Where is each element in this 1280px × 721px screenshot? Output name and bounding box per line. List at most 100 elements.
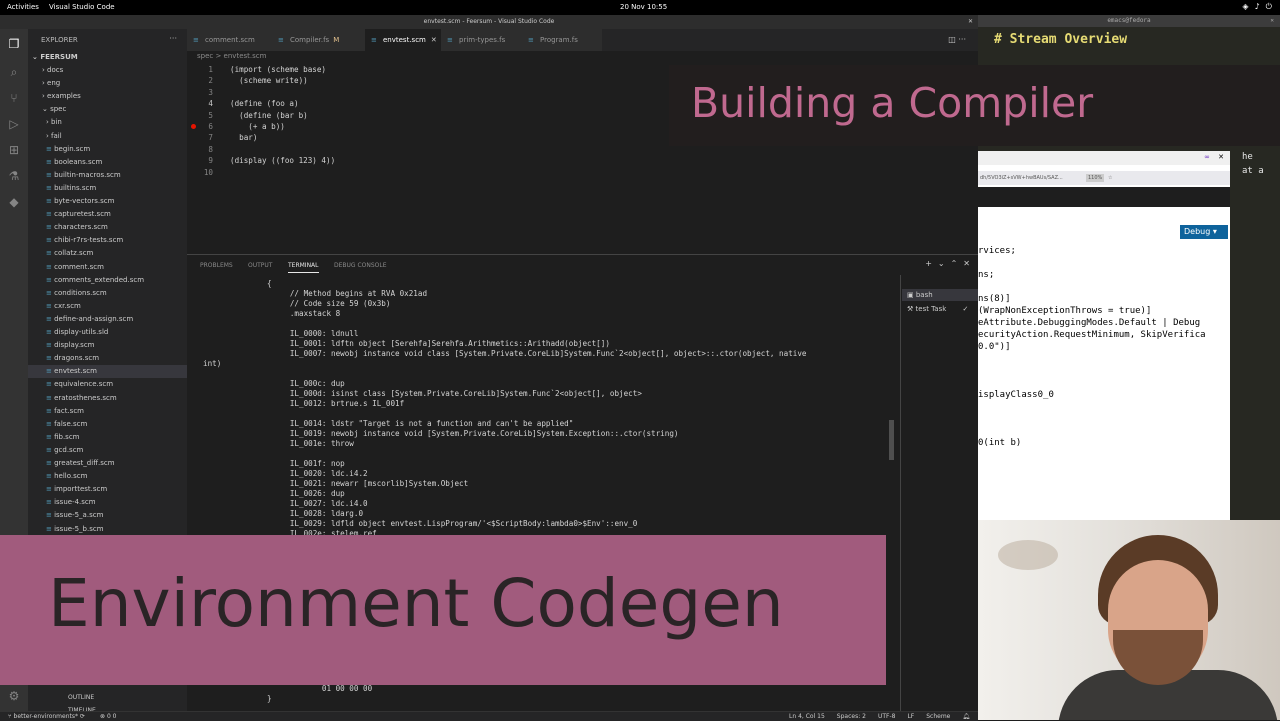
tab-compiler-fs[interactable]: ≡ Compiler.fs M (272, 29, 365, 51)
terminal-item-bash[interactable]: ▣ bash (902, 289, 983, 301)
tree-root[interactable]: ⌄ FEERSUM (28, 51, 191, 64)
tab-problems[interactable]: PROBLEMS (200, 262, 233, 269)
tree-file[interactable]: ≡ equivalence.scm (28, 378, 205, 391)
maximize-panel-icon[interactable]: ⌃ (951, 259, 958, 268)
tree-file[interactable]: ≡ begin.scm (28, 143, 205, 156)
remote-icon[interactable]: ◆ (7, 195, 21, 209)
tab-terminal[interactable]: TERMINAL (288, 262, 319, 273)
tree-folder[interactable]: › bin (28, 116, 205, 129)
tab-debug-console[interactable]: DEBUG CONSOLE (334, 262, 387, 269)
tree-file[interactable]: ≡ gcd.scm (28, 444, 205, 457)
panel-actions[interactable]: + ⌄ ⌃ ✕ (925, 259, 970, 268)
tree-file[interactable]: ≡ characters.scm (28, 221, 205, 234)
tree-file[interactable]: ≡ display.scm (28, 339, 205, 352)
tree-file[interactable]: ≡ define-and-assign.scm (28, 313, 205, 326)
extensions-icon[interactable]: ⊞ (7, 143, 21, 157)
search-icon[interactable]: ⌕ (7, 65, 21, 79)
tree-file[interactable]: ≡ capturetest.scm (28, 208, 205, 221)
terminal-line: IL_0021: newarr [mscorlib]System.Object (203, 479, 469, 488)
modified-badge: M (333, 36, 340, 44)
close-window-icon[interactable]: ✕ (1270, 15, 1274, 27)
testing-icon[interactable]: ⚗ (7, 169, 21, 183)
system-tray[interactable]: ◈ ♪ ⏻ (1242, 2, 1272, 12)
tree-file[interactable]: ≡ eratosthenes.scm (28, 392, 205, 405)
file-icon: ≡ (46, 511, 55, 520)
app-menu[interactable]: Visual Studio Code (49, 3, 115, 11)
close-tab-icon[interactable]: ✕ (431, 36, 437, 44)
decompiled-code-line: ns; (978, 270, 995, 280)
tree-folder[interactable]: › docs (28, 64, 201, 77)
gear-icon[interactable]: ⚙ (7, 689, 21, 703)
tree-file[interactable]: ≡ fib.scm (28, 431, 205, 444)
terminal-line: IL_0020: ldc.i4.2 (203, 469, 368, 478)
files-icon[interactable]: ❐ (7, 37, 21, 51)
chevron-down-icon[interactable]: ⌄ (938, 259, 945, 268)
tree-file[interactable]: ≡ dragons.scm (28, 352, 205, 365)
line-number: 5 (208, 110, 213, 120)
more-actions-icon[interactable]: ··· (169, 34, 177, 43)
tree-folder[interactable]: ⌄ spec (28, 103, 201, 116)
profile-icon[interactable]: ∞ (1204, 153, 1210, 161)
source-control-icon[interactable]: ⑂ (7, 91, 21, 105)
tab-comment-scm[interactable]: ≡ comment.scm (187, 29, 272, 51)
file-icon: ≡ (46, 472, 55, 481)
zoom-level[interactable]: 110% (1086, 174, 1105, 182)
terminal-line: .maxstack 8 (203, 309, 341, 318)
tree-file[interactable]: ≡ byte-vectors.scm (28, 195, 205, 208)
tab-output[interactable]: OUTPUT (248, 262, 272, 269)
tree-file[interactable]: ≡ conditions.scm (28, 287, 205, 300)
terminal-scrollbar[interactable] (889, 420, 894, 460)
tree-file[interactable]: ≡ display-utils.sld (28, 326, 205, 339)
activities-button[interactable]: Activities (7, 3, 39, 11)
decompiled-code-line: ecurityAction.RequestMinimum, SkipVerifi… (978, 330, 1206, 340)
tree-file[interactable]: ≡ cxr.scm (28, 300, 205, 313)
tree-file[interactable]: ≡ issue-5_b.scm (28, 523, 205, 536)
tab-prim-types-fs[interactable]: ≡ prim-types.fs (441, 29, 522, 51)
address-bar[interactable]: dh/5VO3iZ+sVW+hwBAUs/SAZ... 110% ☆ (978, 171, 1230, 185)
tree-file[interactable]: ≡ chibi-r7rs-tests.scm (28, 234, 205, 247)
tree-file[interactable]: ≡ builtins.scm (28, 182, 205, 195)
tree-file[interactable]: ≡ issue-5_a.scm (28, 509, 205, 522)
tree-folder[interactable]: › fail (28, 130, 205, 143)
clock[interactable]: 20 Nov 10:55 (620, 3, 667, 11)
stream-title-overlay: Building a Compiler (669, 65, 1280, 146)
tree-file[interactable]: ≡ envtest.scm (28, 365, 205, 379)
split-editor-icon[interactable]: ◫ ··· (948, 35, 966, 44)
close-tab-icon[interactable]: ✕ (1218, 153, 1224, 161)
breadcrumb[interactable]: spec > envtest.scm (197, 52, 266, 60)
tab-program-fs[interactable]: ≡ Program.fs (522, 29, 602, 51)
star-icon[interactable]: ☆ (1108, 171, 1112, 185)
tab-envtest-scm[interactable]: ≡ envtest.scm ✕ (365, 29, 441, 51)
file-icon: ≡ (46, 406, 55, 415)
tree-file[interactable]: ≡ false.scm (28, 418, 205, 431)
terminal-item-task[interactable]: ⚒ test Task ✓ (907, 303, 968, 315)
tree-folder[interactable]: › examples (28, 90, 201, 103)
window-title: envtest.scm - Feersum - Visual Studio Co… (423, 18, 555, 25)
close-window-icon[interactable]: ✕ (968, 15, 973, 29)
terminal-line: IL_0028: ldarg.0 (203, 509, 364, 518)
tree-file[interactable]: ≡ importtest.scm (28, 483, 205, 496)
terminal-line: IL_0027: ldc.i4.0 (203, 499, 368, 508)
explorer-title: EXPLORER (41, 36, 78, 44)
tree-file[interactable]: ≡ greatest_diff.scm (28, 457, 205, 470)
tree-file[interactable]: ≡ hello.scm (28, 470, 205, 483)
debug-select[interactable]: Debug ▾ (1180, 225, 1228, 239)
outline-section[interactable]: OUTLINE (68, 694, 188, 701)
tree-file[interactable]: ≡ comments_extended.scm (28, 274, 205, 287)
tree-file[interactable]: ≡ issue-4.scm (28, 496, 205, 509)
file-icon: ≡ (46, 419, 55, 428)
run-debug-icon[interactable]: ▷ (7, 117, 21, 131)
tree-file[interactable]: ≡ comment.scm (28, 261, 205, 274)
emacs-title-bar: emacs@fedora ✕ (978, 15, 1280, 27)
tree-file[interactable]: ≡ booleans.scm (28, 156, 205, 169)
tree-file[interactable]: ≡ fact.scm (28, 405, 205, 418)
close-panel-icon[interactable]: ✕ (963, 259, 970, 268)
tree-file[interactable]: ≡ builtin-macros.scm (28, 169, 205, 182)
code-line[interactable]: 9 (display ((foo 123) 4)) (187, 155, 978, 166)
browser-tab-bar: ∞ ✕ (978, 151, 1230, 165)
new-terminal-icon[interactable]: + (925, 259, 932, 268)
line-number: 4 (208, 99, 213, 109)
tree-file[interactable]: ≡ collatz.scm (28, 247, 205, 260)
tree-folder[interactable]: › eng (28, 77, 201, 90)
code-line[interactable]: 10 (187, 167, 978, 178)
